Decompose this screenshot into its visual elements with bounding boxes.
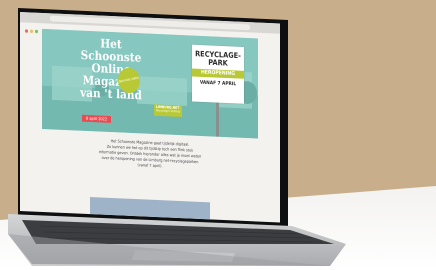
brand-logo: LIMBURG.NET Recyclage Limburg	[154, 104, 182, 117]
magazine-title: Het Schoonste Online Magazine van 't lan…	[80, 37, 142, 103]
magazine-hero-banner[interactable]: Het Schoonste Online Magazine van 't lan…	[42, 28, 258, 139]
sign-post	[216, 102, 219, 137]
close-dot-icon[interactable]	[25, 29, 28, 33]
reopening-sign: RECYCLAGE- PARK HEROPENING VANAF 7 APRIL	[192, 44, 244, 104]
sign-date: VANAF 7 APRIL	[199, 80, 237, 88]
maximize-dot-icon[interactable]	[35, 29, 38, 34]
photo-scene: Het Schoonste Online Magazine van 't lan…	[0, 0, 436, 270]
date-badge: 8 april 2022	[82, 114, 112, 123]
sign-reopening-label: HEROPENING	[192, 68, 244, 79]
intro-paragraph: Het Schoonste Magazine gaat tijdelijk di…	[62, 137, 238, 173]
laptop-screen: Het Schoonste Online Magazine van 't lan…	[20, 12, 280, 223]
minimize-dot-icon[interactable]	[30, 29, 33, 34]
